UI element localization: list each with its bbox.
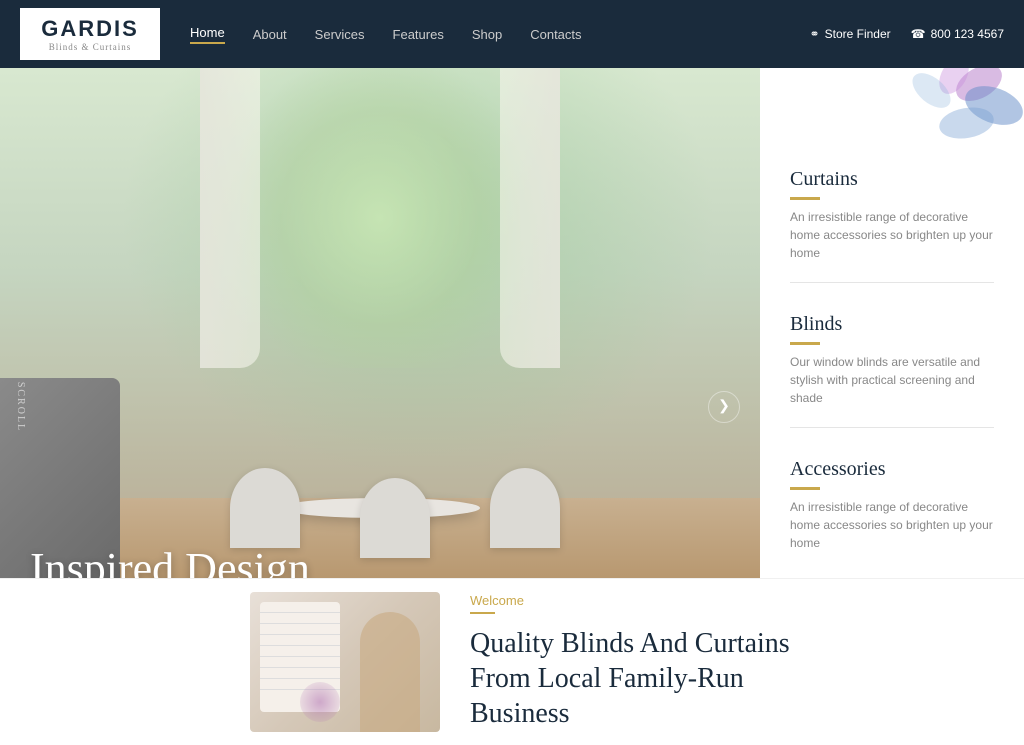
slider-next-arrow[interactable]: ❯: [708, 391, 740, 423]
nav-item-shop[interactable]: Shop: [472, 27, 502, 42]
category-title-accessories: Accessories: [790, 458, 994, 481]
category-desc-blinds: Our window blinds are versatile and styl…: [790, 353, 994, 407]
logo[interactable]: GARDIS Blinds & Curtains: [20, 8, 160, 60]
welcome-accent: [470, 612, 495, 614]
nav-item-contacts[interactable]: Contacts: [530, 27, 581, 42]
flower-accent: [300, 682, 340, 722]
shutter-line: [260, 645, 340, 646]
floral-decoration: [824, 68, 1024, 188]
scroll-indicator: SCROLL: [15, 381, 26, 431]
category-desc-accessories: An irresistible range of decorative home…: [790, 498, 994, 552]
phone-label: 800 123 4567: [931, 27, 1004, 41]
store-finder-button[interactable]: ⚭ Store Finder: [810, 27, 891, 41]
nav-item-features[interactable]: Features: [393, 27, 444, 42]
store-finder-label: Store Finder: [825, 27, 891, 41]
shutter-line: [260, 667, 340, 668]
category-accent-blinds: [790, 342, 820, 345]
logo-subtitle: Blinds & Curtains: [49, 42, 132, 52]
category-accessories: Accessories An irresistible range of dec…: [790, 458, 994, 572]
category-blinds: Blinds Our window blinds are versatile a…: [790, 313, 994, 428]
nav-item-home[interactable]: Home: [190, 25, 225, 44]
welcome-text: Welcome Quality Blinds And Curtains From…: [440, 593, 994, 731]
main-nav: Home About Services Features Shop Contac…: [190, 25, 810, 44]
welcome-title: Quality Blinds And Curtains From Local F…: [470, 626, 964, 731]
shutter-line: [260, 623, 340, 624]
welcome-image: [250, 592, 440, 732]
category-title-blinds: Blinds: [790, 313, 994, 336]
phone-icon: ☎: [911, 27, 926, 41]
welcome-label: Welcome: [470, 593, 964, 608]
category-list: Curtains An irresistible range of decora…: [760, 148, 1024, 622]
category-accent-curtains: [790, 197, 820, 200]
person-silhouette: [360, 612, 420, 732]
location-icon: ⚭: [810, 27, 820, 41]
header-utilities: ⚭ Store Finder ☎ 800 123 4567: [810, 27, 1004, 41]
header: GARDIS Blinds & Curtains Home About Serv…: [0, 0, 1024, 68]
shutter-line: [260, 634, 340, 635]
logo-title: GARDIS: [41, 16, 139, 42]
category-desc-curtains: An irresistible range of decorative home…: [790, 208, 994, 262]
category-accent-accessories: [790, 487, 820, 490]
shutter-line: [260, 678, 340, 679]
welcome-title-line1: Quality Blinds And Curtains: [470, 628, 790, 659]
shutter-line: [260, 656, 340, 657]
bottom-section: Welcome Quality Blinds And Curtains From…: [0, 578, 1024, 745]
nav-item-services[interactable]: Services: [315, 27, 365, 42]
nav-item-about[interactable]: About: [253, 27, 287, 42]
welcome-title-line2: From Local Family-Run: [470, 663, 744, 694]
welcome-title-line3: Business: [470, 698, 570, 729]
phone-number[interactable]: ☎ 800 123 4567: [911, 27, 1004, 41]
shutter-line: [260, 612, 340, 613]
